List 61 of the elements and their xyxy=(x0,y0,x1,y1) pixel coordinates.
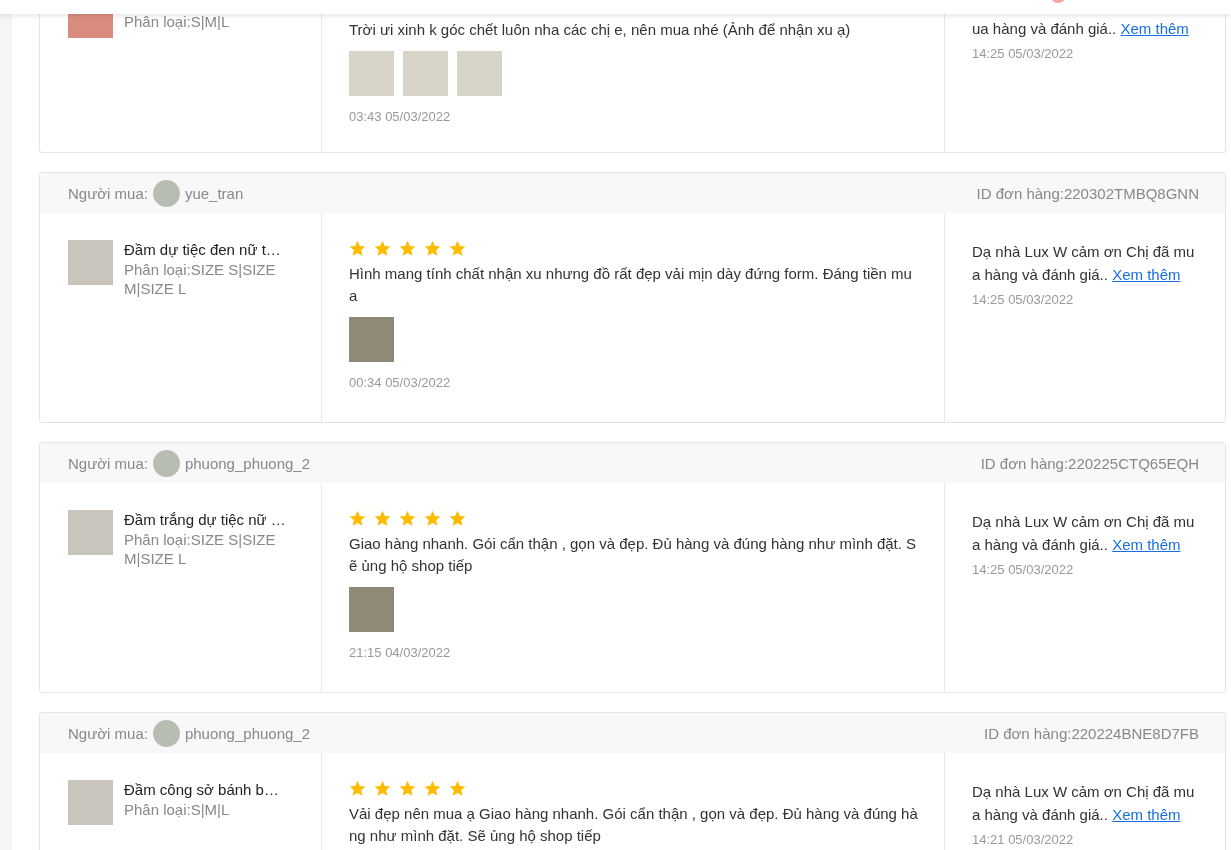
avatar xyxy=(152,449,180,477)
star-icon xyxy=(424,510,441,527)
star-icon xyxy=(424,780,441,797)
star-icon xyxy=(374,780,391,797)
reply-text: ua hàng và đánh giá.. Xem thêm xyxy=(972,19,1190,39)
review-photo[interactable] xyxy=(457,51,502,96)
star-icon xyxy=(349,780,366,797)
star-icon xyxy=(399,780,416,797)
see-more-link[interactable]: Xem thêm xyxy=(1120,20,1189,37)
review-text: Giao hàng nhanh. Gói cẩn thận , gọn và đẹp. Đủ hàng và đúng hàng như mình đặt. Sẽ ủng hộ shop tiếp xyxy=(349,534,918,576)
buyer-label: Người mua: xyxy=(68,184,148,202)
reply-time: 14:25 05/03/2022 xyxy=(972,562,1075,577)
product-variation: Phân loại:S|M|L xyxy=(124,12,231,31)
star-icon xyxy=(374,510,391,527)
product-photo xyxy=(68,780,113,825)
see-more-link[interactable]: Xem thêm xyxy=(1112,266,1181,283)
review-photo[interactable] xyxy=(403,51,448,96)
buyer-name: phuong_phuong_2 xyxy=(184,454,311,472)
reply-time: 14:25 05/03/2022 xyxy=(972,46,1075,61)
review-photo[interactable] xyxy=(349,51,394,96)
buyer-name: yue_tran xyxy=(184,184,244,202)
review-photo[interactable] xyxy=(349,317,394,362)
review-time: 03:43 05/03/2022 xyxy=(349,109,452,124)
star-icon xyxy=(449,510,466,527)
reply-time: 14:21 05/03/2022 xyxy=(972,832,1075,847)
star-icon xyxy=(399,240,416,257)
product-name[interactable]: Đầm dự tiệc đen nữ t… xyxy=(124,240,294,259)
buyer-label: Người mua: xyxy=(68,454,148,472)
product-photo xyxy=(68,240,113,285)
product-variation: Phân loại:SIZE S|SIZE M|SIZE L xyxy=(124,530,277,568)
star-icon xyxy=(349,240,366,257)
reply-time: 14:25 05/03/2022 xyxy=(972,292,1075,307)
review-time: 21:15 04/03/2022 xyxy=(349,645,452,660)
reply-text: Dạ nhà Lux W cảm ơn Chị đã mua hàng và đánh giá.. Xem thêm xyxy=(972,512,1196,555)
star-icon xyxy=(349,510,366,527)
product-photo xyxy=(68,510,113,555)
product-variation: Phân loại:SIZE S|SIZE M|SIZE L xyxy=(124,260,277,298)
product-name[interactable]: Đầm công sở bánh b… xyxy=(124,780,294,799)
review-time: 00:34 05/03/2022 xyxy=(349,375,452,390)
order-id: ID đơn hàng:220302TMBQ8GNN xyxy=(976,184,1199,202)
review-text: Vải đẹp nên mua ạ Giao hàng nhanh. Gói cẩn thận , gọn và đẹp. Đủ hàng và đúng hàng như mình đặt. Sẽ ủng hộ shop tiếp xyxy=(349,804,919,846)
product-variation: Phân loại:S|M|L xyxy=(124,800,231,819)
reply-text: Dạ nhà Lux W cảm ơn Chị đã mua hàng và đánh giá.. Xem thêm xyxy=(972,242,1196,285)
buyer-name: phuong_phuong_2 xyxy=(184,724,311,742)
see-more-link[interactable]: Xem thêm xyxy=(1112,536,1181,553)
review-text: Trời ưi xinh k góc chết luôn nha các chị e, nên mua nhé (Ảnh để nhận xu ạ) xyxy=(349,20,852,40)
order-id: ID đơn hàng:220224BNE8D7FB xyxy=(984,724,1199,742)
star-icon xyxy=(449,240,466,257)
star-icon xyxy=(449,780,466,797)
order-id: ID đơn hàng:220225CTQ65EQH xyxy=(980,454,1199,472)
avatar xyxy=(152,719,180,747)
review-photo[interactable] xyxy=(349,587,394,632)
product-name[interactable]: Đầm trắng dự tiệc nữ … xyxy=(124,510,294,529)
avatar xyxy=(152,179,180,207)
review-text: Hình mang tính chất nhận xu nhưng đồ rất đẹp vải mịn dày đứng form. Đáng tiền mua xyxy=(349,264,913,306)
see-more-link[interactable]: Xem thêm xyxy=(1112,806,1181,823)
star-icon xyxy=(374,240,391,257)
reply-text: Dạ nhà Lux W cảm ơn Chị đã mua hàng và đánh giá.. Xem thêm xyxy=(972,782,1196,825)
buyer-label: Người mua: xyxy=(68,724,148,742)
star-icon xyxy=(424,240,441,257)
star-icon xyxy=(399,510,416,527)
